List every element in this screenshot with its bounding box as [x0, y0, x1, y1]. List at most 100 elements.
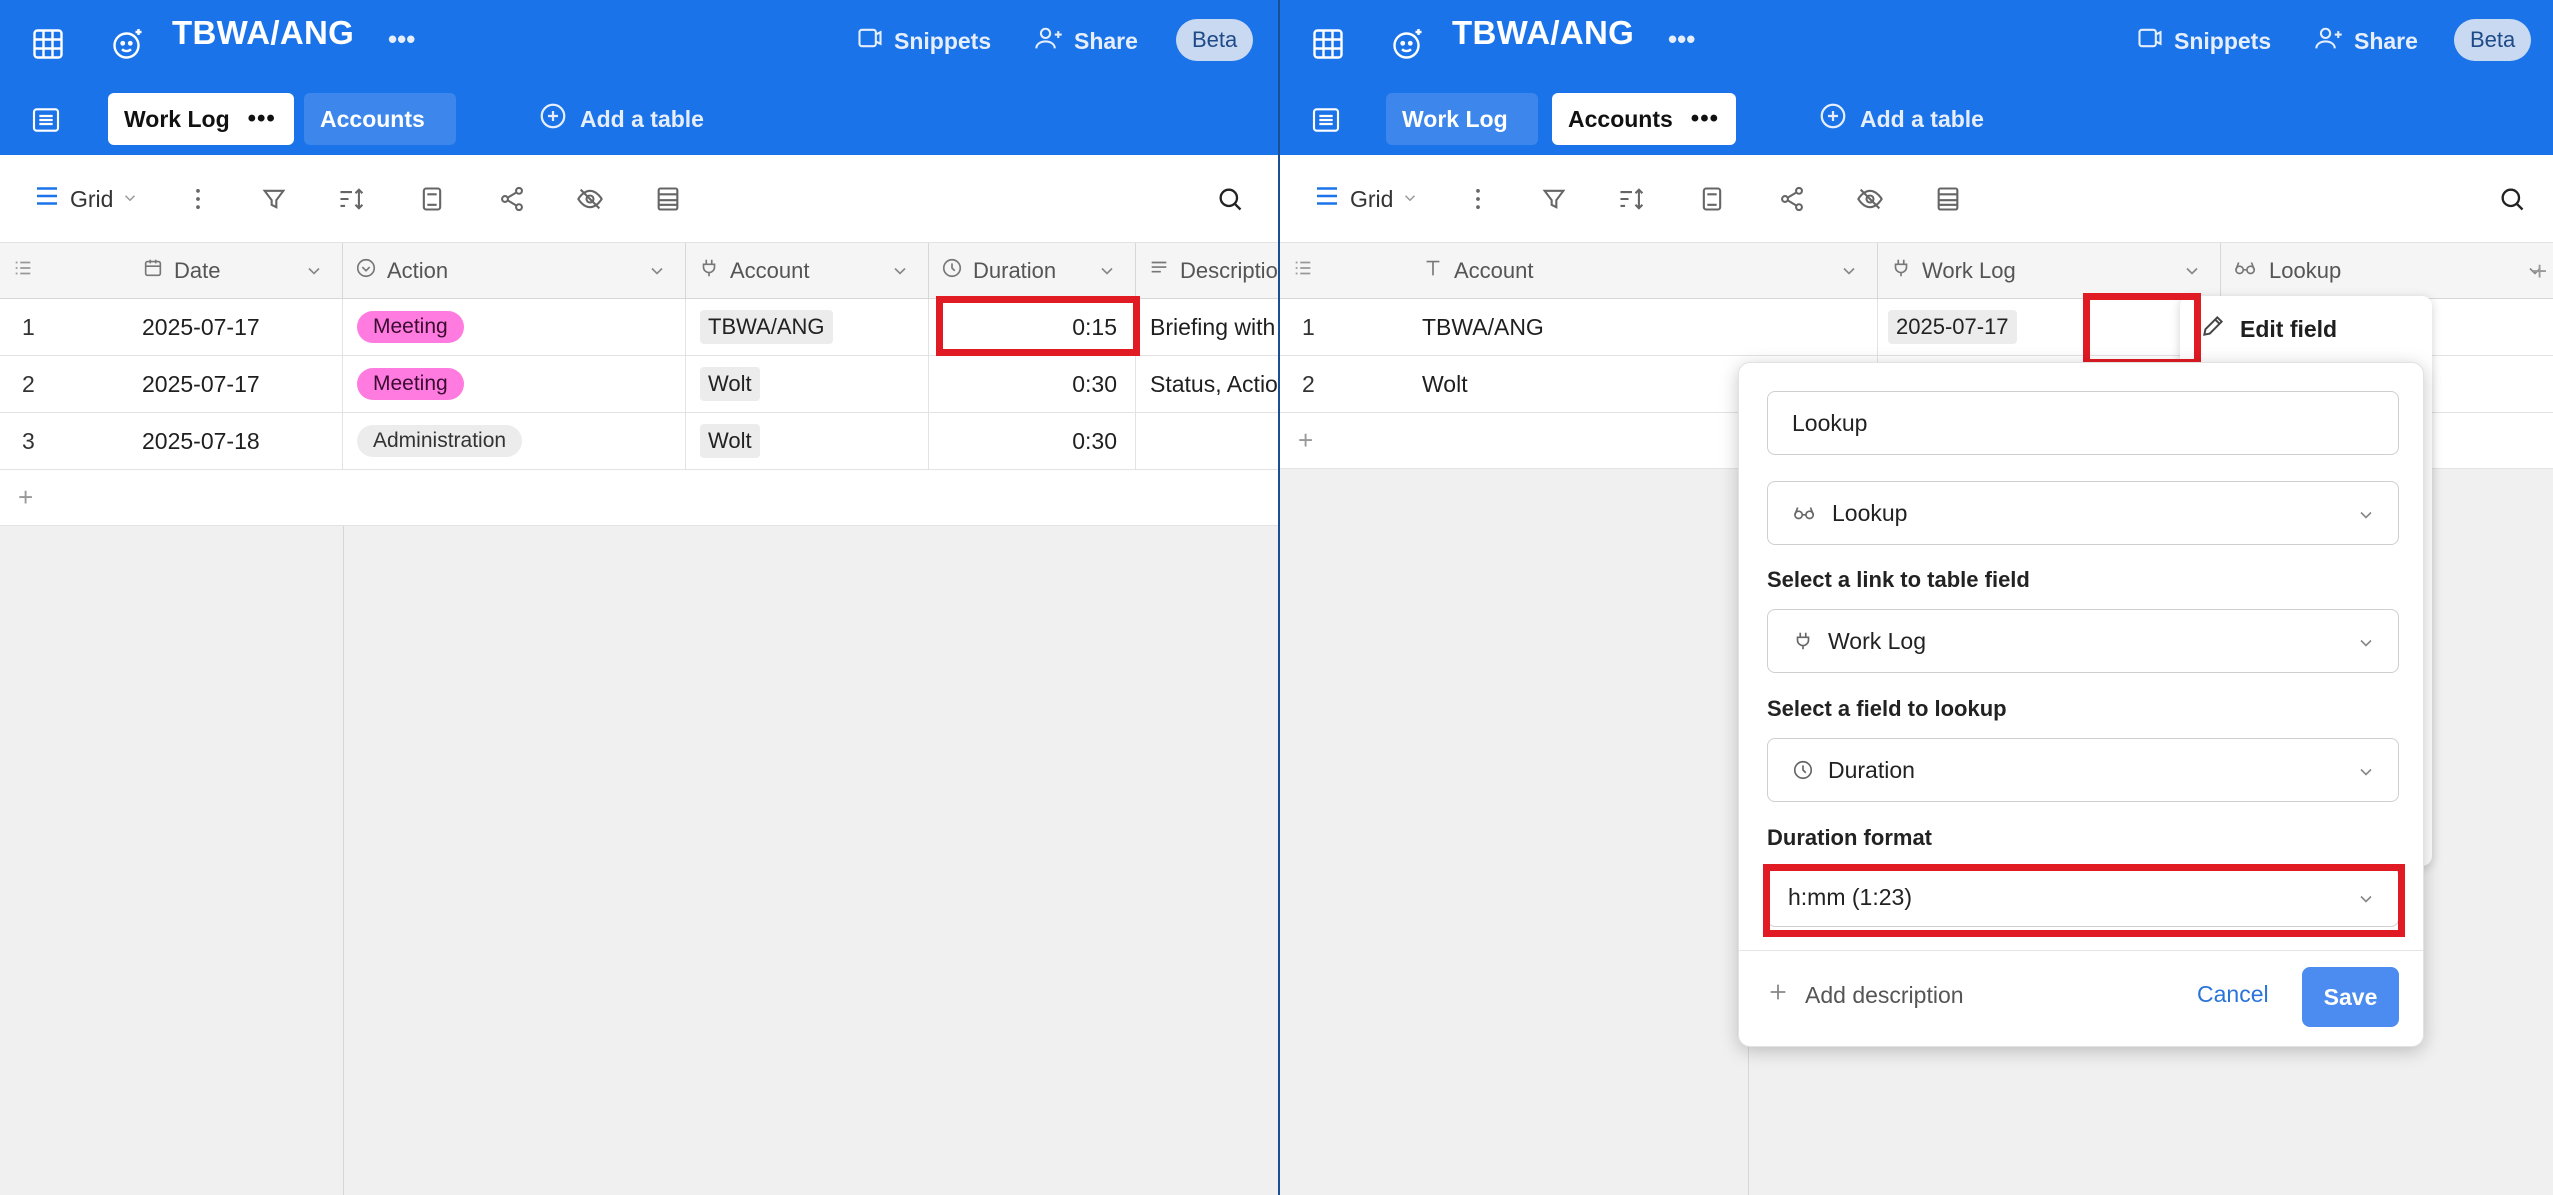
view-toolbar: Grid [1280, 155, 2553, 243]
base-title: TBWA/ANG [172, 14, 355, 51]
linked-record-chip: Wolt [700, 424, 760, 458]
save-button[interactable]: Save [2302, 967, 2399, 1027]
grid-view-icon [1312, 181, 1342, 217]
highlight-box [2083, 293, 2201, 366]
beta-badge[interactable]: Beta [1176, 19, 1254, 61]
sort-icon[interactable] [334, 181, 370, 217]
lookup-icon [1792, 502, 1818, 524]
date-cell[interactable]: 2025-07-17 [130, 299, 343, 355]
search-icon[interactable] [1212, 181, 1248, 217]
row-number: 1 [1302, 313, 1315, 340]
cancel-button[interactable]: Cancel [2197, 981, 2269, 1008]
link-field-select[interactable]: Work Log [1767, 609, 2399, 673]
field-type-select[interactable]: Lookup [1767, 481, 2399, 545]
add-column-button[interactable]: + [2520, 243, 2553, 298]
grid-header-row: Date Action Account Duration Descriptio [0, 243, 1278, 299]
snippets-icon [2136, 24, 2164, 58]
column-header-duration[interactable]: Duration [929, 243, 1136, 298]
share-button[interactable]: Share [1034, 22, 1138, 60]
search-icon[interactable] [2494, 181, 2530, 217]
hide-fields-icon[interactable] [572, 181, 608, 217]
tab-work-log[interactable]: Work Log ••• [108, 93, 294, 145]
view-menu-icon[interactable] [1460, 181, 1496, 217]
column-header-account[interactable]: Account [1410, 243, 1878, 298]
add-table-button[interactable]: Add a table [538, 101, 704, 137]
linked-record-chip: Wolt [700, 367, 760, 401]
emoji-icon[interactable] [1386, 22, 1430, 66]
share-view-icon[interactable] [494, 181, 530, 217]
data-grid: Date Action Account Duration Descriptio … [0, 243, 1278, 1195]
table-list-icon[interactable] [1306, 100, 1346, 140]
row-number-header[interactable] [0, 243, 44, 298]
description-cell[interactable]: Status, Actio [1136, 356, 1278, 412]
lookup-field-select[interactable]: Duration [1767, 738, 2399, 802]
chevron-down-icon [2356, 632, 2376, 659]
add-table-button[interactable]: Add a table [1818, 101, 1984, 137]
summary-icon[interactable] [1694, 181, 1730, 217]
snippets-icon [856, 24, 884, 58]
table-row[interactable]: 2 2025-07-17 Meeting Wolt 0:30 Status, A… [0, 356, 1278, 413]
duration-format-label: Duration format [1767, 825, 1932, 850]
chevron-down-icon [1401, 186, 1419, 213]
hide-fields-icon[interactable] [1852, 181, 1888, 217]
edit-field-dialog: Lookup Lookup Select a link to table fie… [1738, 362, 2424, 1047]
row-list-icon [1292, 257, 1314, 285]
row-height-icon[interactable] [650, 181, 686, 217]
column-header-account[interactable]: Account [686, 243, 929, 298]
filter-icon[interactable] [1536, 181, 1572, 217]
snippets-button[interactable]: Snippets [2136, 22, 2271, 60]
summary-icon[interactable] [414, 181, 450, 217]
account-cell[interactable]: TBWA/ANG [686, 299, 929, 355]
account-name-cell[interactable]: TBWA/ANG [1410, 299, 1878, 355]
chevron-down-icon [2356, 504, 2376, 531]
chevron-down-icon [1839, 261, 1859, 287]
column-header-lookup[interactable]: Lookup [2221, 243, 2553, 298]
filter-icon[interactable] [256, 181, 292, 217]
table-row[interactable]: 3 2025-07-18 Administration Wolt 0:30 [0, 413, 1278, 470]
link-icon [1792, 630, 1814, 652]
column-header-date[interactable]: Date [130, 243, 343, 298]
action-cell[interactable]: Meeting [343, 356, 686, 412]
date-cell[interactable]: 2025-07-17 [130, 356, 343, 412]
apps-grid-icon[interactable] [1306, 22, 1350, 66]
tab-more-icon[interactable]: ••• [248, 105, 276, 133]
single-select-icon [355, 257, 377, 285]
sort-icon[interactable] [1614, 181, 1650, 217]
action-cell[interactable]: Administration [343, 413, 686, 469]
account-cell[interactable]: Wolt [686, 356, 929, 412]
description-cell[interactable]: Briefing with [1136, 299, 1278, 355]
field-name-input[interactable]: Lookup [1767, 391, 2399, 455]
column-header-work-log[interactable]: Work Log [1878, 243, 2221, 298]
apps-grid-icon[interactable] [26, 22, 70, 66]
tab-accounts[interactable]: Accounts ••• [1552, 93, 1736, 145]
edit-field-menu-item[interactable]: Edit field [2200, 299, 2337, 359]
description-cell[interactable] [1136, 413, 1278, 469]
share-view-icon[interactable] [1774, 181, 1810, 217]
view-switcher[interactable]: Grid [32, 181, 139, 217]
view-menu-icon[interactable] [180, 181, 216, 217]
duration-cell[interactable]: 0:30 [929, 413, 1136, 469]
column-header-description[interactable]: Descriptio [1136, 243, 1278, 298]
tab-work-log[interactable]: Work Log [1386, 93, 1538, 145]
view-switcher[interactable]: Grid [1312, 181, 1419, 217]
add-description-button[interactable]: Add description [1767, 981, 1964, 1009]
action-cell[interactable]: Meeting [343, 299, 686, 355]
tab-more-icon[interactable]: ••• [1691, 105, 1719, 133]
emoji-icon[interactable] [106, 22, 150, 66]
chevron-down-icon [2182, 261, 2202, 287]
tab-accounts[interactable]: Accounts [304, 93, 456, 145]
row-height-icon[interactable] [1930, 181, 1966, 217]
add-row-button[interactable]: + [0, 470, 1278, 526]
calendar-icon [142, 257, 164, 285]
column-header-action[interactable]: Action [343, 243, 686, 298]
table-list-icon[interactable] [26, 100, 66, 140]
duration-cell[interactable]: 0:30 [929, 356, 1136, 412]
more-options-button[interactable]: ••• [388, 20, 415, 58]
more-options-button[interactable]: ••• [1668, 20, 1695, 58]
date-cell[interactable]: 2025-07-18 [130, 413, 343, 469]
share-button[interactable]: Share [2314, 22, 2418, 60]
row-number-header[interactable] [1280, 243, 1324, 298]
account-cell[interactable]: Wolt [686, 413, 929, 469]
beta-badge[interactable]: Beta [2454, 19, 2532, 61]
snippets-button[interactable]: Snippets [856, 22, 991, 60]
